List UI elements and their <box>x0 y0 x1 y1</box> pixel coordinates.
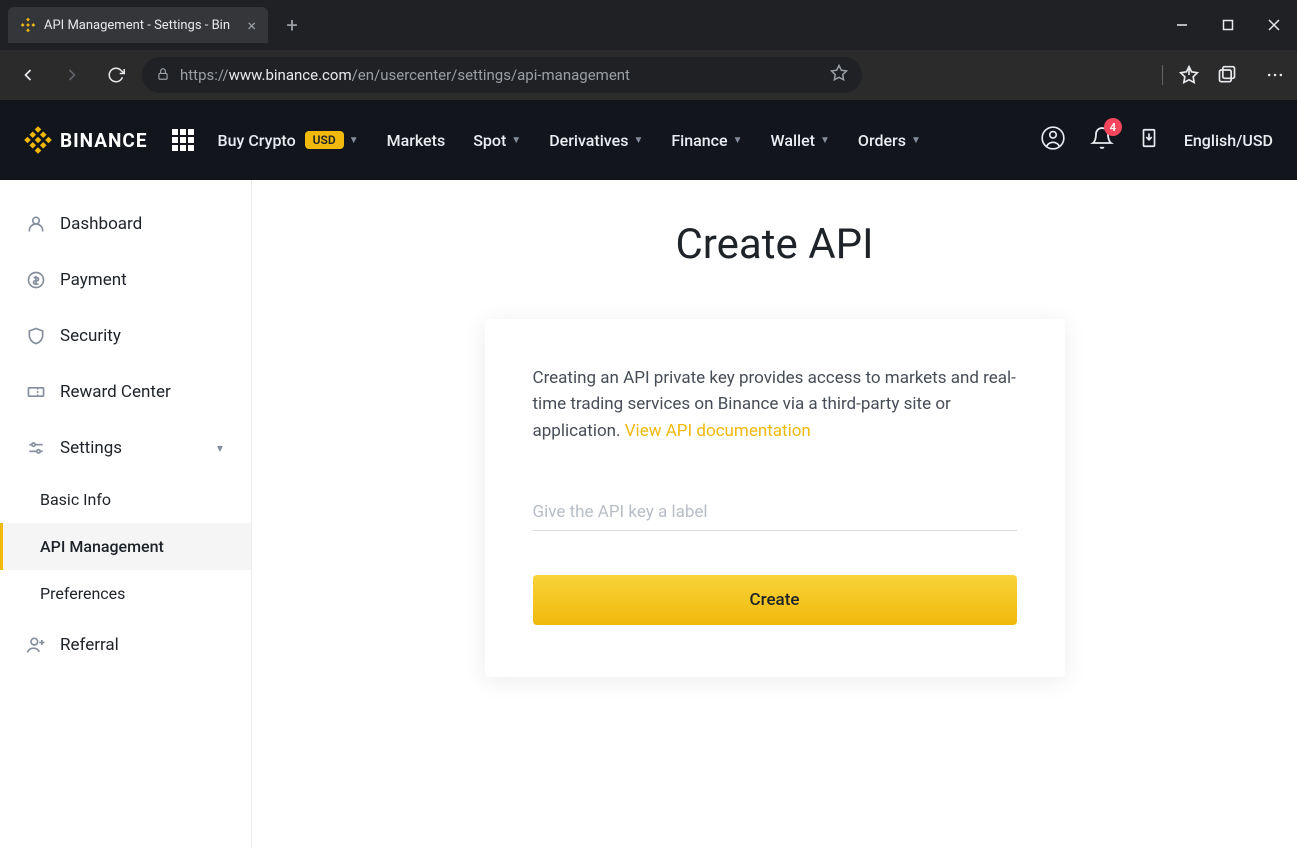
site-header: BINANCE Buy Crypto USD ▼ Markets Spot ▼ D… <box>0 100 1297 180</box>
sidebar-label: Reward Center <box>60 382 171 402</box>
minimize-button[interactable] <box>1159 9 1205 41</box>
account-icon[interactable] <box>1040 125 1066 155</box>
caret-down-icon: ▼ <box>511 135 521 146</box>
download-icon[interactable] <box>1138 127 1160 153</box>
notifications-icon[interactable]: 4 <box>1090 126 1114 154</box>
collections-icon[interactable] <box>1215 65 1239 85</box>
window-controls <box>1159 9 1297 41</box>
browser-chrome: API Management - Settings - Bin × + http… <box>0 0 1297 100</box>
nav-spot[interactable]: Spot ▼ <box>473 131 521 150</box>
url-protocol: https:// <box>180 66 229 84</box>
ticket-icon <box>26 382 46 402</box>
header-right: 4 English/USD <box>1040 125 1273 155</box>
nav-spot-label: Spot <box>473 131 506 150</box>
nav-derivatives-label: Derivatives <box>549 131 628 150</box>
dollar-icon <box>26 270 46 290</box>
create-button[interactable]: Create <box>533 575 1017 625</box>
nav-orders-label: Orders <box>858 131 906 150</box>
main-layout: Dashboard Payment Security Reward Center… <box>0 180 1297 848</box>
address-bar: https://www.binance.com/en/usercenter/se… <box>0 50 1297 100</box>
person-plus-icon <box>26 635 46 655</box>
shield-icon <box>26 326 46 346</box>
browser-tab[interactable]: API Management - Settings - Bin × <box>8 7 268 43</box>
menu-dots-icon[interactable] <box>1263 65 1287 85</box>
apps-grid-icon[interactable] <box>172 129 194 151</box>
nav-derivatives[interactable]: Derivatives ▼ <box>549 131 643 150</box>
close-window-button[interactable] <box>1251 9 1297 41</box>
url-domain: www.binance.com <box>229 66 352 84</box>
caret-up-icon: ▲ <box>215 443 225 454</box>
close-tab-icon[interactable]: × <box>247 16 256 35</box>
create-api-card: Creating an API private key provides acc… <box>485 319 1065 677</box>
caret-down-icon: ▼ <box>349 135 359 146</box>
sidebar-item-reward-center[interactable]: Reward Center <box>0 364 251 420</box>
notification-badge: 4 <box>1104 118 1122 136</box>
sidebar-label: Referral <box>60 635 119 655</box>
content: Create API Creating an API private key p… <box>252 180 1297 848</box>
sidebar-label: Dashboard <box>60 214 142 234</box>
back-button[interactable] <box>10 57 46 93</box>
sidebar-subitem-basic-info[interactable]: Basic Info <box>0 476 251 523</box>
nav-orders[interactable]: Orders ▼ <box>858 131 921 150</box>
usd-badge: USD <box>305 131 344 149</box>
tab-title: API Management - Settings - Bin <box>44 18 239 33</box>
person-icon <box>26 214 46 234</box>
nav-buy-crypto-label: Buy Crypto <box>218 131 296 150</box>
maximize-button[interactable] <box>1205 9 1251 41</box>
api-label-input[interactable] <box>533 494 1017 531</box>
nav-wallet[interactable]: Wallet ▼ <box>771 131 830 150</box>
binance-favicon <box>20 17 36 33</box>
favorites-icon[interactable] <box>1177 65 1201 85</box>
sidebar-item-referral[interactable]: Referral <box>0 617 251 673</box>
caret-down-icon: ▼ <box>911 135 921 146</box>
page-title: Create API <box>272 220 1277 269</box>
sidebar-label: Settings <box>60 438 122 458</box>
nav-finance-label: Finance <box>671 131 727 150</box>
language-currency[interactable]: English/USD <box>1184 131 1273 150</box>
tab-bar: API Management - Settings - Bin × + <box>0 0 1297 50</box>
nav-buy-crypto[interactable]: Buy Crypto USD ▼ <box>218 131 359 150</box>
api-doc-link[interactable]: View API documentation <box>625 421 811 441</box>
nav-markets-label: Markets <box>387 131 446 150</box>
caret-down-icon: ▼ <box>633 135 643 146</box>
url-path: /en/usercenter/settings/api-management <box>352 66 630 84</box>
sliders-icon <box>26 438 46 458</box>
nav-markets[interactable]: Markets <box>387 131 446 150</box>
caret-down-icon: ▼ <box>820 135 830 146</box>
sidebar-item-dashboard[interactable]: Dashboard <box>0 196 251 252</box>
nav-wallet-label: Wallet <box>771 131 816 150</box>
refresh-button[interactable] <box>98 57 134 93</box>
url-text: https://www.binance.com/en/usercenter/se… <box>180 66 822 84</box>
sidebar-label: Security <box>60 326 121 346</box>
binance-logo[interactable]: BINANCE <box>24 126 148 154</box>
nav-finance[interactable]: Finance ▼ <box>671 131 742 150</box>
sidebar-subitem-api-management[interactable]: API Management <box>0 523 251 570</box>
new-tab-button[interactable]: + <box>276 9 308 41</box>
card-description: Creating an API private key provides acc… <box>533 365 1017 444</box>
sidebar-subitem-preferences[interactable]: Preferences <box>0 570 251 617</box>
bookmark-star-icon[interactable] <box>830 64 848 86</box>
sidebar-item-payment[interactable]: Payment <box>0 252 251 308</box>
caret-down-icon: ▼ <box>733 135 743 146</box>
forward-button[interactable] <box>54 57 90 93</box>
sidebar-item-settings[interactable]: Settings ▲ <box>0 420 251 476</box>
binance-logo-icon <box>24 126 52 154</box>
nav-menu: Buy Crypto USD ▼ Markets Spot ▼ Derivativ… <box>218 131 921 150</box>
sidebar-item-security[interactable]: Security <box>0 308 251 364</box>
lock-icon <box>156 66 170 85</box>
brand-text: BINANCE <box>60 129 148 152</box>
url-box[interactable]: https://www.binance.com/en/usercenter/se… <box>142 57 862 93</box>
sidebar-label: Payment <box>60 270 127 290</box>
toolbar-separator <box>1162 65 1163 85</box>
sidebar: Dashboard Payment Security Reward Center… <box>0 180 252 848</box>
